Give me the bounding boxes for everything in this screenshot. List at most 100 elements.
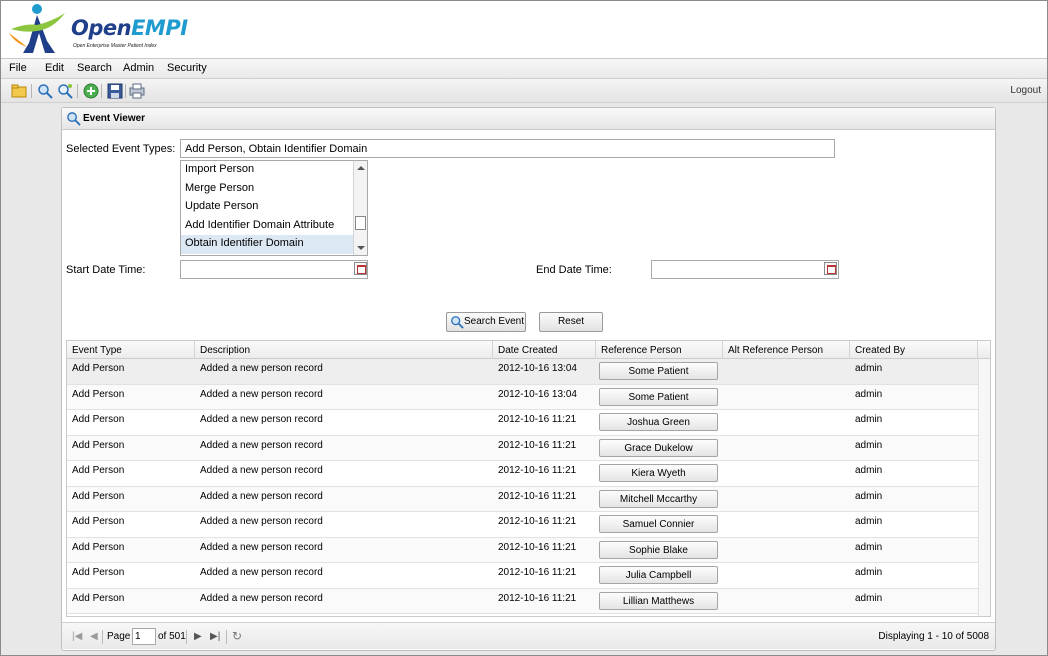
- column-header-alt-reference-person[interactable]: Alt Reference Person: [723, 341, 850, 359]
- table-row[interactable]: Add Person Added a new person record 2012-…: [67, 461, 978, 487]
- search-icon: [67, 112, 81, 126]
- page-number-input[interactable]: [132, 628, 156, 645]
- cell-event-type: Add Person: [72, 567, 125, 578]
- table-row[interactable]: Add Person Added a new person record 2012-…: [67, 512, 978, 538]
- logout-link[interactable]: Logout: [1010, 85, 1041, 96]
- table-row[interactable]: Add Person Added a new person record 2012-…: [67, 410, 978, 436]
- search-icon: [451, 316, 464, 329]
- cell-event-type: Add Person: [72, 363, 125, 374]
- list-item[interactable]: Import Person: [181, 161, 367, 180]
- pager-separator: [102, 630, 103, 644]
- reference-person-button[interactable]: Mitchell Mccarthy: [599, 489, 718, 508]
- reference-person-button[interactable]: Some Patient: [599, 387, 718, 406]
- print-icon[interactable]: [129, 83, 145, 99]
- cell-description: Added a new person record: [200, 465, 323, 476]
- start-date-field[interactable]: [180, 260, 368, 279]
- prev-page-icon[interactable]: ◀: [90, 631, 98, 642]
- table-row[interactable]: Add Person Added a new person record 2012-…: [67, 537, 978, 563]
- reference-person-button[interactable]: Sophie Blake: [599, 540, 718, 559]
- listbox-scrollbar[interactable]: [353, 161, 367, 255]
- menu-file[interactable]: File: [9, 62, 27, 74]
- column-header-date-created[interactable]: Date Created: [493, 341, 596, 359]
- open-folder-icon[interactable]: [11, 83, 27, 99]
- selected-event-types-field[interactable]: [180, 139, 835, 158]
- event-type-listbox[interactable]: Import Person Merge Person Update Person…: [180, 160, 368, 256]
- cell-description: Added a new person record: [200, 414, 323, 425]
- logo-wordmark: OpenEMPI: [71, 16, 188, 40]
- cell-created-by: admin: [855, 363, 883, 374]
- zoom-search-icon[interactable]: [37, 83, 53, 99]
- list-item[interactable]: Add Identifier Domain Attribute: [181, 217, 367, 236]
- cell-event-type: Add Person: [72, 490, 125, 502]
- reference-person-button[interactable]: Kiera Wyeth: [599, 464, 718, 482]
- column-header-event-type[interactable]: Event Type: [67, 341, 195, 359]
- refresh-icon[interactable]: ↻: [232, 629, 242, 643]
- cell-date-created: 2012-10-16 13:04: [498, 388, 577, 400]
- menu-admin[interactable]: Admin: [123, 62, 154, 74]
- search-event-button[interactable]: Search Event: [446, 312, 526, 332]
- grid-scrollbar[interactable]: [978, 359, 990, 616]
- reference-person-button[interactable]: Samuel Connier: [599, 515, 718, 533]
- cell-created-by: admin: [855, 541, 883, 553]
- cell-date-created: 2012-10-16 11:21: [498, 414, 577, 425]
- end-date-label: End Date Time:: [536, 264, 612, 276]
- cell-created-by: admin: [855, 567, 883, 578]
- table-row[interactable]: Add Person Added a new person record 2012-…: [67, 359, 978, 385]
- cell-description: Added a new person record: [200, 388, 323, 400]
- table-row[interactable]: Add Person Added a new person record 2012-…: [67, 588, 978, 614]
- end-date-field[interactable]: [651, 260, 839, 279]
- cell-date-created: 2012-10-16 11:21: [498, 465, 577, 476]
- list-item-selected[interactable]: Obtain Identifier Domain: [181, 235, 367, 254]
- toolbar-separator: [125, 84, 126, 98]
- list-item[interactable]: Update Person: [181, 198, 367, 217]
- menu-edit[interactable]: Edit: [45, 62, 64, 74]
- cell-description: Added a new person record: [200, 363, 323, 374]
- cell-event-type: Add Person: [72, 592, 125, 604]
- reference-person-button[interactable]: Some Patient: [599, 362, 718, 380]
- cell-event-type: Add Person: [72, 414, 125, 425]
- next-page-icon[interactable]: ▶: [194, 631, 202, 642]
- cell-date-created: 2012-10-16 13:04: [498, 363, 577, 374]
- panel-header: Event Viewer: [62, 108, 995, 130]
- calendar-icon[interactable]: [354, 262, 367, 275]
- cell-created-by: admin: [855, 439, 883, 451]
- logo-figure-icon: [9, 4, 65, 53]
- reference-person-button[interactable]: Julia Campbell: [599, 566, 718, 584]
- table-row[interactable]: Add Person Added a new person record 2012-…: [67, 384, 978, 410]
- last-page-icon[interactable]: ▶|: [210, 631, 220, 642]
- add-icon[interactable]: [83, 83, 99, 99]
- calendar-icon[interactable]: [824, 262, 837, 275]
- cell-description: Added a new person record: [200, 439, 323, 451]
- cell-date-created: 2012-10-16 11:21: [498, 439, 577, 451]
- cell-date-created: 2012-10-16 11:21: [498, 516, 577, 527]
- column-header-reference-person[interactable]: Reference Person: [596, 341, 723, 359]
- reference-person-button[interactable]: Lillian Matthews: [599, 591, 718, 610]
- advanced-search-icon[interactable]: [57, 83, 73, 99]
- reference-person-button[interactable]: Grace Dukelow: [599, 438, 718, 457]
- cell-date-created: 2012-10-16 11:21: [498, 541, 577, 553]
- cell-event-type: Add Person: [72, 465, 125, 476]
- column-header-description[interactable]: Description: [195, 341, 493, 359]
- menu-search[interactable]: Search: [77, 62, 112, 74]
- logo-subtitle: Open Enterprise Master Patient Index: [73, 43, 157, 49]
- table-row[interactable]: Add Person Added a new person record 2012-…: [67, 486, 978, 512]
- scroll-up-icon[interactable]: [357, 166, 365, 170]
- list-item[interactable]: Merge Person: [181, 180, 367, 199]
- column-header-created-by[interactable]: Created By: [850, 341, 978, 359]
- reset-button[interactable]: Reset: [539, 312, 603, 332]
- reference-person-button[interactable]: Joshua Green: [599, 413, 718, 431]
- event-viewer-panel: Event Viewer Selected Event Types: Impor…: [61, 107, 996, 651]
- cell-description: Added a new person record: [200, 567, 323, 578]
- save-icon[interactable]: [107, 83, 123, 99]
- table-row[interactable]: Add Person Added a new person record 2012-…: [67, 435, 978, 461]
- cell-created-by: admin: [855, 490, 883, 502]
- pager-separator: [186, 630, 187, 644]
- table-row[interactable]: Add Person Added a new person record 2012-…: [67, 563, 978, 589]
- scroll-thumb[interactable]: [355, 216, 366, 230]
- cell-description: Added a new person record: [200, 490, 323, 502]
- start-date-label: Start Date Time:: [66, 264, 146, 276]
- scroll-down-icon[interactable]: [357, 246, 365, 250]
- cell-event-type: Add Person: [72, 541, 125, 553]
- first-page-icon[interactable]: |◀: [72, 631, 82, 642]
- menu-security[interactable]: Security: [167, 62, 207, 74]
